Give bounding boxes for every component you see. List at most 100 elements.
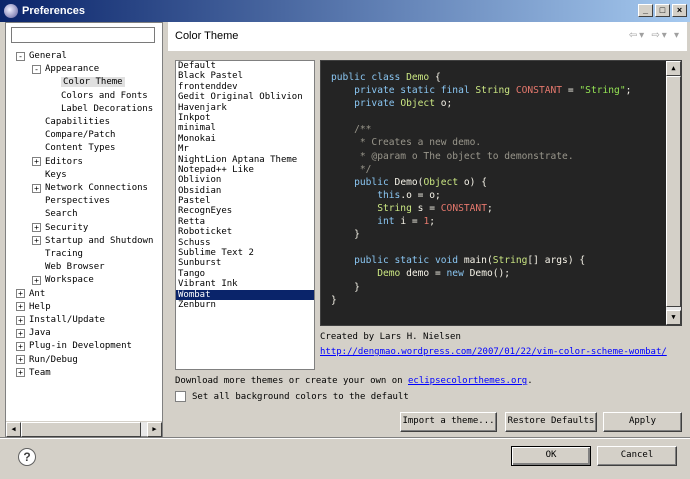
maximize-button[interactable]: □: [655, 4, 670, 17]
theme-list-item[interactable]: Sunburst: [176, 258, 314, 268]
tree-item[interactable]: Plug-in Development: [29, 340, 132, 352]
expand-icon[interactable]: +: [16, 341, 25, 351]
theme-list-item[interactable]: Vibrant Ink: [176, 279, 314, 289]
restore-defaults-button[interactable]: Restore Defaults: [505, 412, 597, 432]
tree-item[interactable]: Appearance: [45, 63, 99, 75]
code-token: Demo: [394, 176, 418, 188]
expand-icon[interactable]: +: [16, 302, 25, 312]
preview-vertical-scrollbar[interactable]: ▲ ▼: [666, 61, 681, 325]
theme-list-item[interactable]: Sublime Text 2: [176, 248, 314, 258]
help-icon[interactable]: ?: [18, 448, 36, 466]
minimize-button[interactable]: _: [638, 4, 653, 17]
tree-item[interactable]: Search: [45, 208, 78, 220]
tree-item[interactable]: Team: [29, 367, 51, 379]
tree-item[interactable]: Colors and Fonts: [61, 90, 148, 102]
theme-list-item[interactable]: Wombat: [176, 289, 314, 300]
theme-list-item[interactable]: Oblivion: [176, 175, 314, 185]
expand-icon[interactable]: +: [32, 223, 41, 233]
forward-arrow-icon[interactable]: ⇨: [651, 30, 661, 41]
theme-list-item[interactable]: Default: [176, 61, 314, 71]
theme-list-item[interactable]: Zenburn: [176, 300, 314, 310]
expand-icon[interactable]: +: [16, 368, 25, 378]
ok-button[interactable]: OK: [511, 446, 591, 466]
tree-item[interactable]: Install/Update: [29, 314, 105, 326]
tree-item[interactable]: Ant: [29, 288, 45, 300]
tree-item[interactable]: Editors: [45, 156, 83, 168]
expand-icon[interactable]: +: [16, 355, 25, 365]
tree-item[interactable]: Content Types: [45, 142, 115, 154]
code-token: String: [331, 202, 412, 214]
expand-icon[interactable]: +: [32, 275, 41, 285]
scroll-down-icon[interactable]: ▼: [666, 310, 681, 325]
forward-menu-icon[interactable]: ▾: [662, 30, 669, 41]
theme-list-item[interactable]: minimal: [176, 123, 314, 133]
theme-list-item[interactable]: frontenddev: [176, 82, 314, 92]
theme-list-item[interactable]: Mr: [176, 144, 314, 154]
filter-input[interactable]: [11, 27, 155, 43]
theme-list-item[interactable]: Schuss: [176, 238, 314, 248]
code-token: =: [562, 85, 580, 97]
tree-item[interactable]: Compare/Patch: [45, 129, 115, 141]
view-menu-icon[interactable]: ▾: [674, 30, 681, 41]
code-line: public static void main(String[] args) {: [331, 254, 631, 267]
tree-horizontal-scrollbar[interactable]: ◀ ▶: [6, 421, 162, 437]
theme-list-item[interactable]: Tango: [176, 269, 314, 279]
close-button[interactable]: ×: [672, 4, 687, 17]
expand-icon[interactable]: +: [32, 236, 41, 246]
preview-scroll-thumb[interactable]: [666, 76, 681, 307]
tree-item[interactable]: Java: [29, 327, 51, 339]
theme-list-item[interactable]: Roboticket: [176, 227, 314, 237]
theme-list-item[interactable]: Monokai: [176, 134, 314, 144]
expand-icon[interactable]: +: [16, 289, 25, 299]
tree-item[interactable]: General: [29, 50, 67, 62]
theme-list-item[interactable]: Gedit Original Oblivion: [176, 92, 314, 102]
tree-item[interactable]: Capabilities: [45, 116, 110, 128]
theme-list-item[interactable]: Pastel: [176, 196, 314, 206]
back-arrow-icon[interactable]: ⇦: [629, 30, 639, 41]
tree-item[interactable]: Network Connections: [45, 182, 148, 194]
tree-item[interactable]: Help: [29, 301, 51, 313]
tree-item[interactable]: Label Decorations: [61, 103, 153, 115]
collapse-icon[interactable]: -: [16, 51, 25, 61]
theme-list-item[interactable]: Inkpot: [176, 113, 314, 123]
theme-list-item[interactable]: Obsidian: [176, 186, 314, 196]
tree-item-label: General: [29, 51, 67, 61]
expand-icon[interactable]: +: [32, 157, 41, 167]
eclipsecolorthemes-link[interactable]: eclipsecolorthemes.org: [408, 376, 527, 386]
tree-item[interactable]: Startup and Shutdown: [45, 235, 153, 247]
theme-list-item[interactable]: NightLion Aptana Theme: [176, 155, 314, 165]
expand-icon[interactable]: +: [32, 183, 41, 193]
tree-item[interactable]: Web Browser: [45, 261, 105, 273]
tree-item[interactable]: Security: [45, 222, 88, 234]
scroll-right-icon[interactable]: ▶: [147, 422, 162, 437]
expand-icon[interactable]: +: [16, 315, 25, 325]
default-bg-checkbox-row[interactable]: Set all background colors to the default: [175, 391, 409, 402]
theme-list-item[interactable]: Havenjark: [176, 103, 314, 113]
apply-button[interactable]: Apply: [603, 412, 682, 432]
collapse-icon[interactable]: -: [32, 64, 41, 74]
tree-item[interactable]: Tracing: [45, 248, 83, 260]
scroll-left-icon[interactable]: ◀: [6, 422, 21, 437]
tree-item-label: Team: [29, 367, 51, 378]
default-bg-checkbox[interactable]: [175, 391, 186, 402]
tree-item[interactable]: Perspectives: [45, 195, 110, 207]
theme-list-item[interactable]: Retta: [176, 217, 314, 227]
theme-list-item[interactable]: RecognEyes: [176, 206, 314, 216]
tree-item-label: Colors and Fonts: [61, 90, 148, 101]
cancel-button[interactable]: Cancel: [597, 446, 677, 466]
preferences-tree: - General - Appearance Color Theme Colors and…: [6, 49, 162, 421]
theme-source-link[interactable]: http://dengmao.wordpress.com/2007/01/22/…: [320, 347, 667, 357]
back-menu-icon[interactable]: ▾: [639, 30, 646, 41]
tree-item[interactable]: Keys: [45, 169, 67, 181]
tree-item[interactable]: Color Theme: [61, 76, 125, 88]
theme-list-item[interactable]: Notepad++ Like: [176, 165, 314, 175]
code-token: ;: [429, 216, 435, 228]
scroll-thumb[interactable]: [21, 422, 141, 437]
tree-item[interactable]: Run/Debug: [29, 354, 78, 366]
expand-icon[interactable]: +: [16, 328, 25, 338]
theme-list[interactable]: Default Black Pastel frontenddev Gedit Orig…: [175, 60, 315, 370]
tree-item[interactable]: Workspace: [45, 274, 94, 286]
scroll-up-icon[interactable]: ▲: [666, 61, 681, 76]
theme-list-item[interactable]: Black Pastel: [176, 71, 314, 81]
import-theme-button[interactable]: Import a theme...: [400, 412, 497, 432]
